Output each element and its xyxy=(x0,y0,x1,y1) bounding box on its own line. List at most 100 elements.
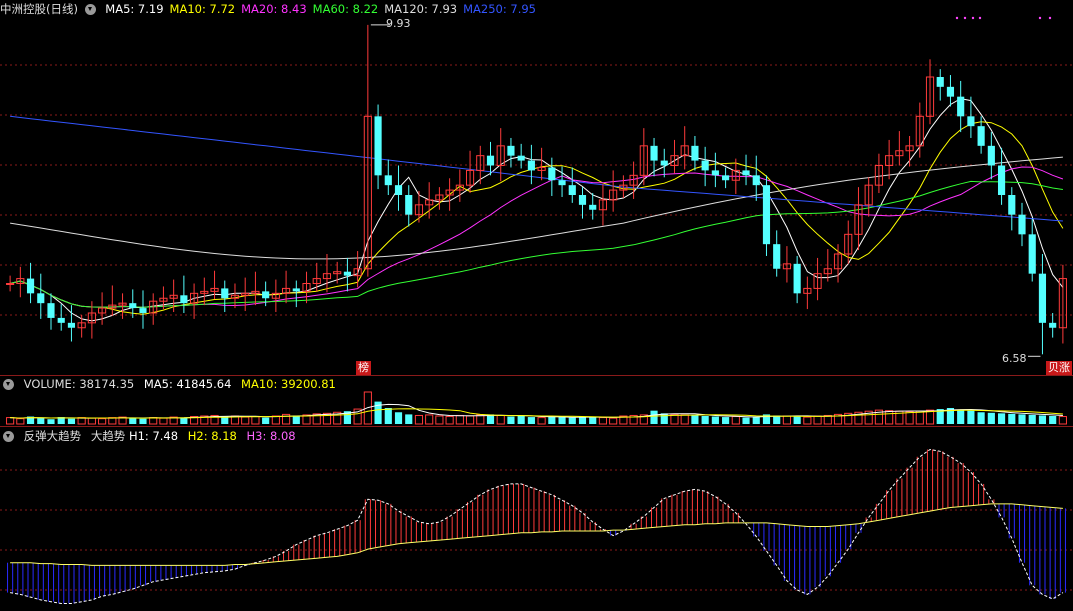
candle-body xyxy=(1008,195,1016,215)
volume-bar xyxy=(384,408,392,424)
volume-bar xyxy=(435,415,444,425)
volume-bar xyxy=(915,410,924,425)
candle-body xyxy=(6,283,15,285)
candle-body xyxy=(67,322,76,328)
volume-bar xyxy=(977,412,985,424)
rise-tag[interactable]: 贝涨 xyxy=(1046,361,1072,375)
volume-bar xyxy=(149,417,158,425)
candle-body xyxy=(773,244,781,269)
candle-body xyxy=(548,167,556,181)
signal-dot xyxy=(1048,16,1052,20)
volume-bar xyxy=(742,417,750,424)
volume-ma10-line xyxy=(10,408,1063,419)
volume-bar xyxy=(98,418,107,425)
volume-bar xyxy=(394,412,403,424)
volume-bar xyxy=(1058,416,1067,425)
volume-bar xyxy=(527,417,535,424)
volume-bar xyxy=(425,414,434,425)
volume-bar xyxy=(1018,414,1026,424)
volume-bar xyxy=(405,414,413,424)
volume-bar xyxy=(609,417,618,425)
candle-body xyxy=(977,126,985,146)
candle-body xyxy=(221,288,229,299)
volume-bar xyxy=(1038,415,1047,424)
candle-body xyxy=(129,303,137,309)
candle-body xyxy=(558,180,566,186)
low-price-label: 6.58 xyxy=(1002,352,1027,365)
volume-bar xyxy=(680,414,689,425)
indicator-line xyxy=(10,448,1064,604)
signal-dot xyxy=(963,16,967,20)
candle-body xyxy=(752,175,760,186)
candle-body xyxy=(987,145,995,166)
ma-line xyxy=(10,115,1063,222)
candle-body xyxy=(957,96,965,117)
volume-bar xyxy=(578,416,587,424)
volume-bar xyxy=(1028,414,1036,424)
stock-chart-window: 中洲控股(日线) MA5: 7.19 MA10: 7.72 MA20: 8.43 MA… xyxy=(0,0,1073,611)
volume-bar xyxy=(957,409,965,424)
candle-body xyxy=(578,195,587,205)
candle-body xyxy=(1028,234,1036,274)
candle-body xyxy=(517,155,525,161)
candle-body xyxy=(47,303,55,318)
indicator-h-line xyxy=(10,503,1063,566)
candle-body xyxy=(262,291,270,299)
candle-body xyxy=(292,288,300,292)
candle-body xyxy=(26,278,35,294)
candle-body xyxy=(527,160,535,171)
candle-body xyxy=(1018,214,1026,235)
candle-body xyxy=(660,160,668,166)
volume-bar xyxy=(6,417,15,425)
volume-bar xyxy=(496,414,505,425)
candle-body xyxy=(589,204,597,210)
volume-bar xyxy=(465,415,475,425)
volume-bar xyxy=(262,417,270,424)
volume-bar xyxy=(997,413,1006,424)
ma-line xyxy=(9,121,1064,315)
volume-bar xyxy=(507,416,515,424)
candle-body xyxy=(568,185,576,195)
signal-dot xyxy=(971,16,975,20)
volume-bar xyxy=(455,414,464,425)
volume-bar xyxy=(885,410,894,425)
bang-tag[interactable]: 榜 xyxy=(356,361,371,375)
candle-body xyxy=(936,77,944,87)
high-price-label: 9.93 xyxy=(386,17,411,30)
volume-bar xyxy=(650,410,658,424)
candle-body xyxy=(486,155,495,166)
candle-body xyxy=(793,263,801,294)
volume-bar xyxy=(37,418,45,424)
candle-body xyxy=(405,195,413,215)
volume-bar xyxy=(568,417,576,424)
volume-bar xyxy=(1049,416,1057,424)
candle-body xyxy=(374,116,382,176)
volume-bar xyxy=(129,418,137,424)
candle-body xyxy=(997,165,1006,195)
candle-body xyxy=(946,86,955,97)
volume-bar xyxy=(598,417,608,425)
candle-body xyxy=(394,185,403,195)
volume-bar xyxy=(87,417,96,425)
signal-dot xyxy=(1038,16,1042,20)
volume-bar xyxy=(722,417,730,424)
volume-bar xyxy=(139,418,147,424)
volume-bar xyxy=(16,418,25,425)
volume-bar xyxy=(548,416,556,424)
candle-body xyxy=(762,185,771,245)
volume-bar xyxy=(803,416,812,425)
candle-body xyxy=(742,170,750,176)
volume-bar xyxy=(517,416,525,424)
volume-bar xyxy=(241,416,250,425)
volume-bar xyxy=(589,417,597,424)
candle-body xyxy=(180,295,188,304)
volume-bar xyxy=(271,415,280,425)
chart-canvas[interactable] xyxy=(0,0,1073,611)
volume-bar xyxy=(731,416,740,425)
candle-body xyxy=(701,160,709,171)
volume-bar xyxy=(691,415,699,424)
volume-bar xyxy=(67,418,76,424)
signal-dot xyxy=(955,16,959,20)
candle-body xyxy=(139,308,147,313)
volume-bar xyxy=(701,416,709,424)
